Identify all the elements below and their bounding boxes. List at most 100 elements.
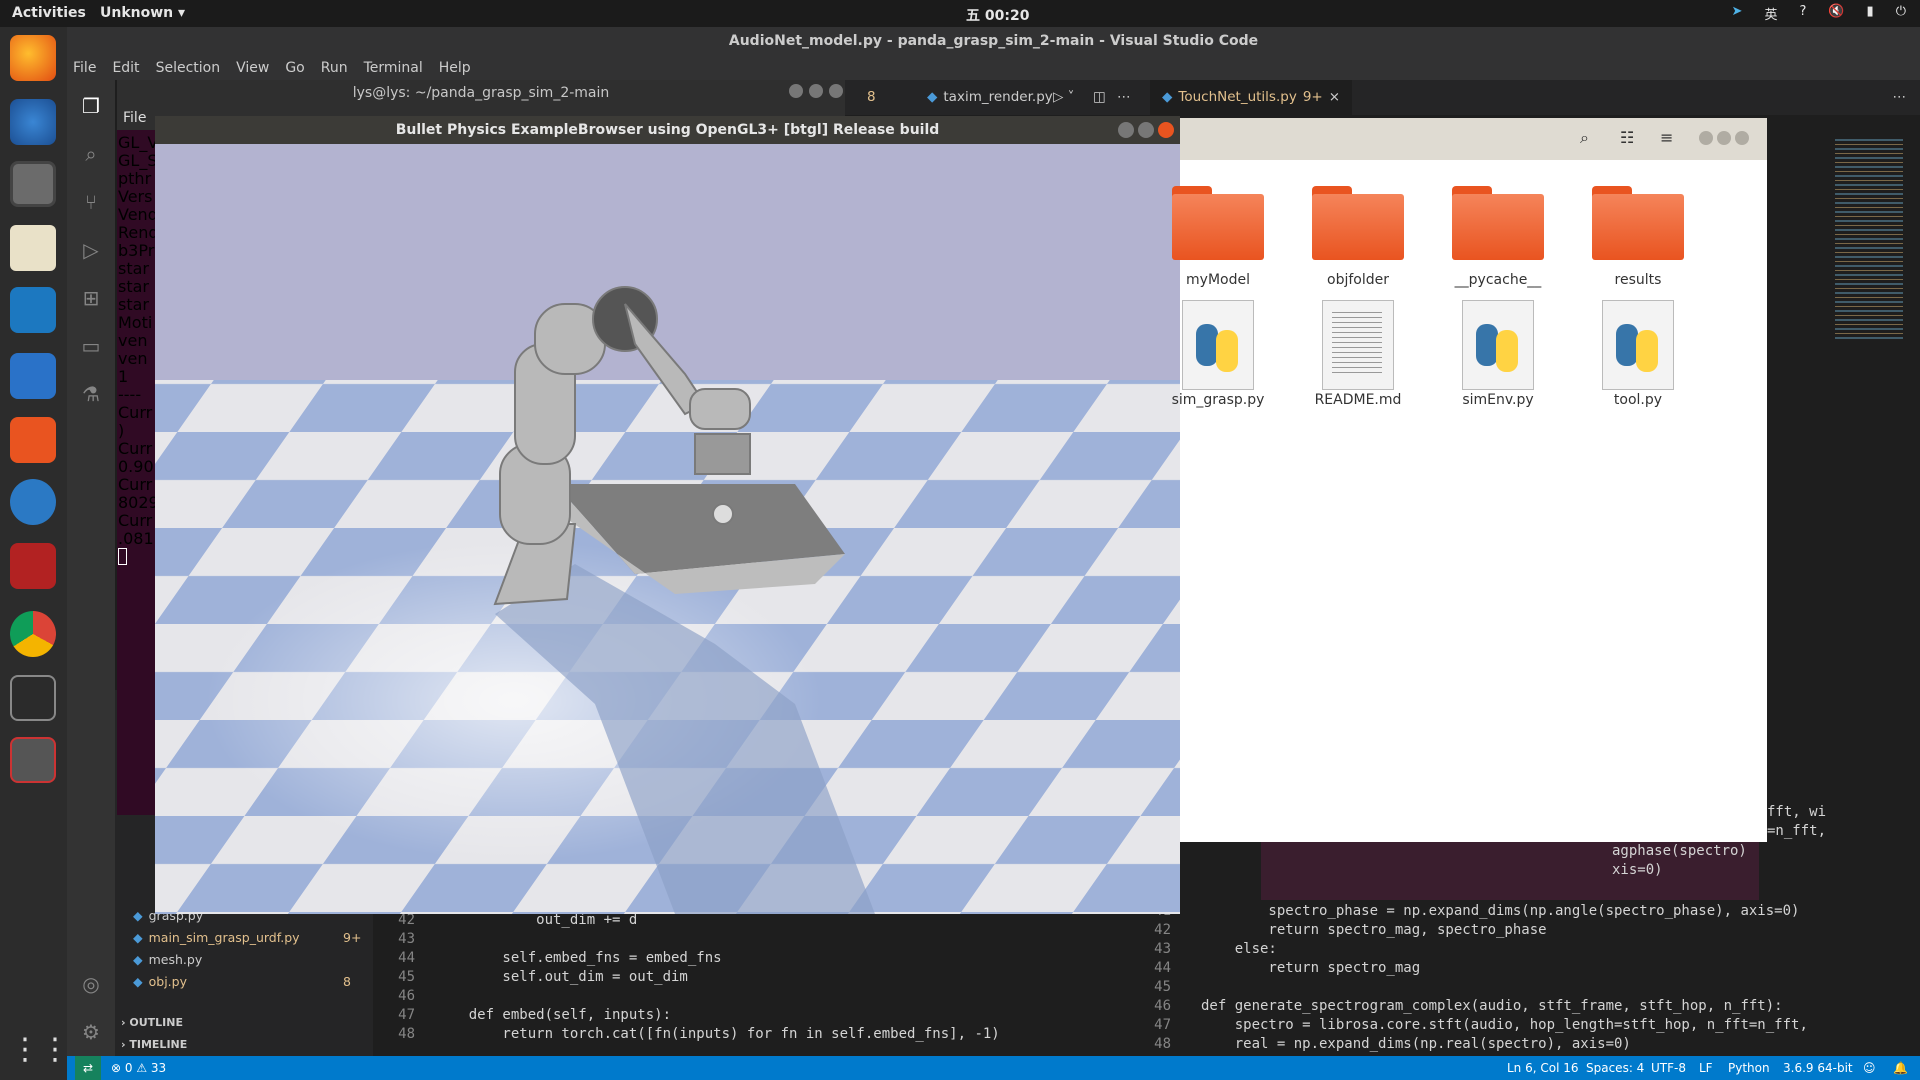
close-icon[interactable]: × [1329,80,1340,115]
run-debug-icon[interactable]: ▷ [79,238,103,262]
file-label: README.md [1314,392,1402,408]
help-icon[interactable]: ? [1799,4,1806,23]
explorer-icon[interactable]: ❐ [79,94,103,118]
notifications-icon[interactable]: 🔔 [1893,1056,1908,1080]
app-icon[interactable] [10,543,56,589]
clock[interactable]: 五 00:20 [966,5,1029,25]
source-control-icon[interactable]: ⑂ [79,190,103,214]
terminal-line: star [118,277,149,296]
rhythmbox-icon[interactable] [10,225,56,271]
file-item[interactable]: ◆ obj.py 8 [133,974,351,989]
remote-icon[interactable]: ▭ [79,334,103,358]
terminal-menu-file[interactable]: File [123,110,146,126]
tab-badge[interactable]: 8 [867,89,876,105]
account-icon[interactable]: ◎ [79,972,103,996]
activities-button[interactable]: Activities [12,5,86,21]
maximize-icon[interactable] [1138,122,1154,138]
thunderbird-icon[interactable] [10,99,56,145]
show-apps-icon[interactable]: ⋮⋮ [10,1027,70,1073]
terminal-icon[interactable] [10,675,56,721]
file-label: tool.py [1613,392,1663,408]
view-toggle-icon[interactable]: ☷ [1620,128,1634,147]
outline-section[interactable]: › OUTLINE [121,1016,183,1029]
vscode-icon[interactable] [10,287,56,333]
testing-icon[interactable]: ⚗ [79,382,103,406]
file-item[interactable]: ◆ mesh.py [133,952,202,967]
minimize-icon[interactable] [1118,122,1134,138]
maximize-icon[interactable] [1717,131,1731,145]
close-icon[interactable] [829,84,843,98]
indentation[interactable]: Spaces: 4 [1586,1056,1644,1080]
cursor-position[interactable]: Ln 6, Col 16 [1507,1056,1579,1080]
file-icon-item[interactable]: sim_grasp.py [1148,300,1288,408]
menu-edit[interactable]: Edit [112,56,139,80]
battery-icon[interactable]: ▮ [1867,4,1874,23]
more-actions-icon[interactable]: ⋯ [1893,89,1907,105]
chrome-icon[interactable] [10,611,56,657]
feedback-icon[interactable]: ☺ [1863,1056,1876,1080]
python-file-icon: ◆ [133,930,143,945]
maximize-icon[interactable] [809,84,823,98]
firefox-icon[interactable] [10,35,56,81]
terminal-cursor [118,548,127,565]
menu-go[interactable]: Go [285,56,304,80]
power-icon[interactable]: ⏻ [1896,4,1906,23]
tab-touchnet-utils[interactable]: ◆ TouchNet_utils.py 9+ × [1150,80,1353,115]
search-icon[interactable]: ⌕ [1580,128,1589,148]
close-icon[interactable] [1735,131,1749,145]
minimize-icon[interactable] [1699,131,1713,145]
writer-icon[interactable] [10,353,56,399]
tab-taxim-render[interactable]: ◆ taxim_render.py [915,80,1065,115]
python-file-icon: ◆ [927,89,938,105]
editor-left[interactable]: 42 out_dim += d 43 44 self.embed_fns = emb… [373,910,1049,1056]
file-icon-item[interactable]: simEnv.py [1428,300,1568,408]
file-icon-item[interactable]: myModel [1148,186,1288,288]
file-icon-item[interactable]: tool.py [1568,300,1708,408]
file-label: myModel [1186,272,1250,288]
menu-icon[interactable]: ≡ [1660,128,1673,147]
menu-terminal[interactable]: Terminal [364,56,423,80]
editor-right[interactable]: fft, wi =n_fft, agphase(spectro) xis=0) … [1149,804,1920,1056]
minimize-icon[interactable] [789,84,803,98]
file-label: results [1614,272,1662,288]
app-menu-label: Unknown [100,5,174,21]
split-editor-icon[interactable]: ◫ [1093,89,1106,105]
remote-indicator[interactable]: ⇄ [75,1056,102,1080]
input-method[interactable]: 英 [1764,4,1777,23]
timeline-section[interactable]: › TIMELINE [121,1038,187,1051]
more-actions-icon[interactable]: ⋯ [1117,89,1131,105]
app-menu[interactable]: Unknown ▾ [100,5,185,21]
encoding[interactable]: UTF-8 [1651,1056,1686,1080]
menu-view[interactable]: View [236,56,269,80]
problems-indicator[interactable]: ⊗ 0 ⚠ 33 [111,1056,166,1080]
menu-run[interactable]: Run [321,56,348,80]
menu-help[interactable]: Help [439,56,471,80]
run-icon[interactable]: ▷ ˅ [1053,89,1074,105]
telegram-icon[interactable]: ➤ [1732,4,1743,23]
files-icon[interactable] [10,161,56,207]
code-line: else: [1201,941,1277,957]
line-number: 48 [398,1026,415,1042]
terminal-line: 0.90 [118,457,154,476]
menu-file[interactable]: File [73,56,96,80]
volume-icon[interactable]: 🔇 [1828,4,1844,23]
settings-gear-icon[interactable]: ⚙ [79,1020,103,1044]
bullet-app-icon[interactable] [10,737,56,783]
search-icon[interactable]: ⌕ [79,142,103,166]
file-icon-item[interactable]: README.md [1288,300,1428,408]
minimap[interactable] [1831,135,1907,385]
software-center-icon[interactable] [10,417,56,463]
menu-selection[interactable]: Selection [156,56,221,80]
help-icon[interactable] [10,479,56,525]
file-item[interactable]: ◆ main_sim_grasp_urdf.py 9+ [133,930,361,945]
file-icon-item[interactable]: results [1568,186,1708,288]
physics-viewport[interactable] [155,144,1180,914]
language-mode[interactable]: Python [1728,1056,1770,1080]
system-tray[interactable]: ➤ 英 ? 🔇 ▮ ⏻ [1732,4,1906,23]
close-icon[interactable] [1158,122,1174,138]
extensions-icon[interactable]: ⊞ [79,286,103,310]
file-icon-item[interactable]: objfolder [1288,186,1428,288]
python-interpreter[interactable]: 3.6.9 64-bit [1783,1056,1853,1080]
file-icon-item[interactable]: __pycache__ [1428,186,1568,288]
line-ending[interactable]: LF [1699,1056,1713,1080]
